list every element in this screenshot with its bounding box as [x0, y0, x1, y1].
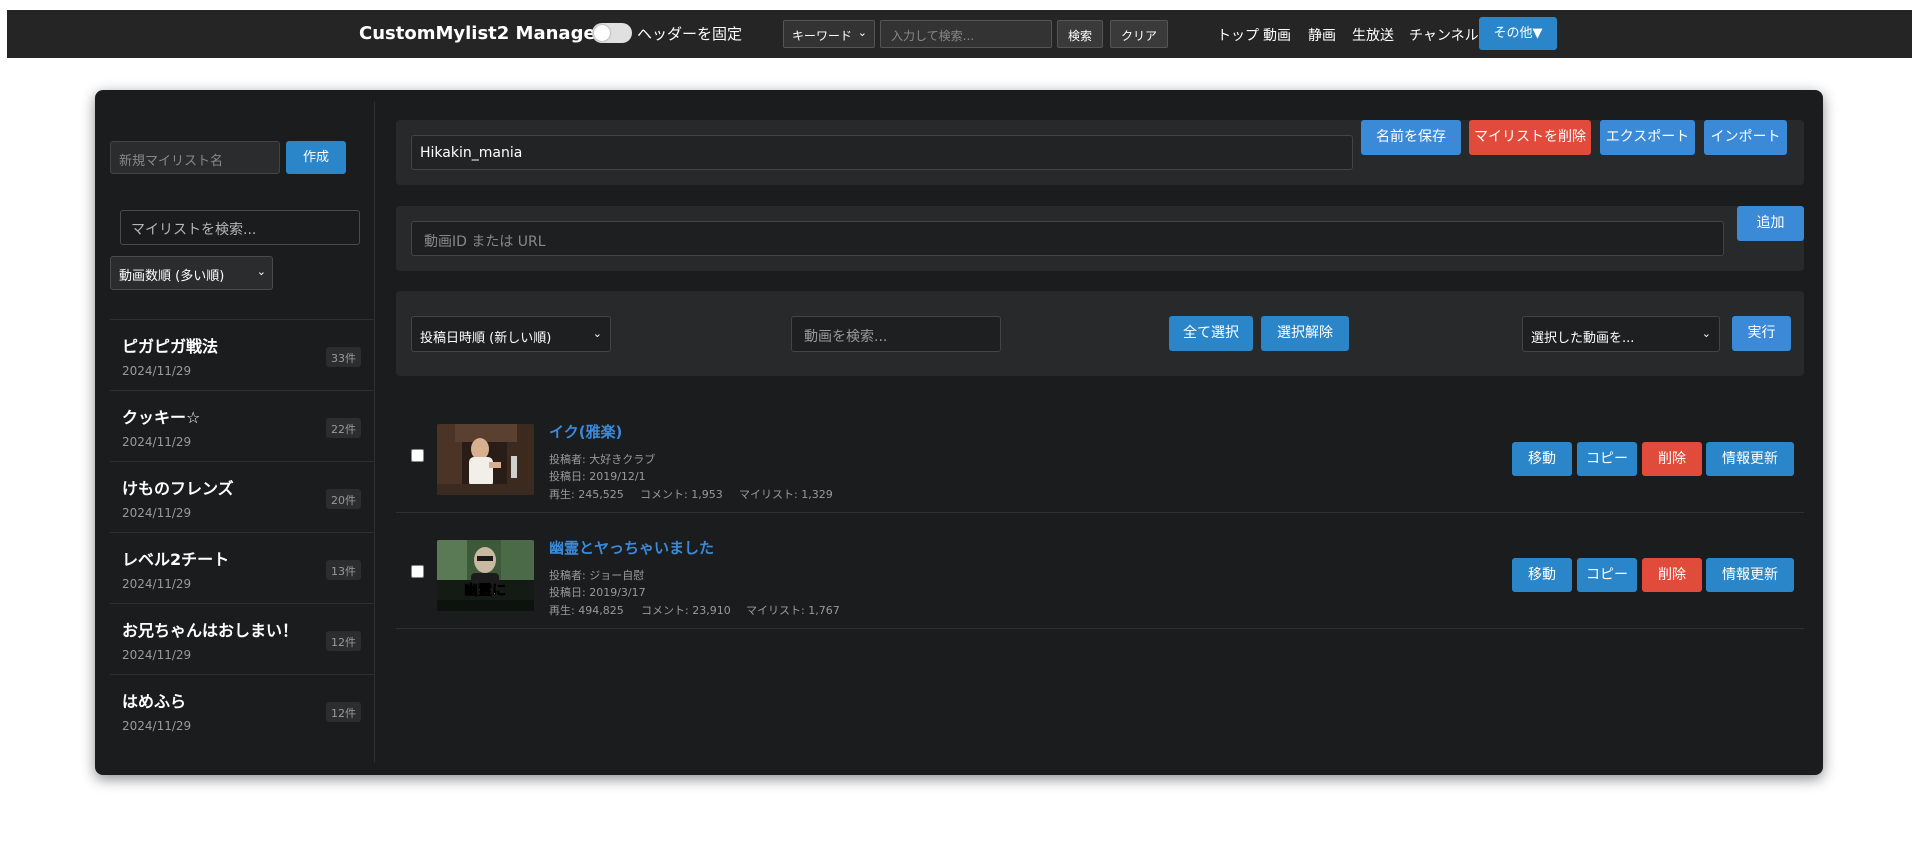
move-button[interactable]: 移動 — [1512, 442, 1572, 476]
fix-header-toggle[interactable] — [592, 23, 632, 43]
video-comments: コメント: 23,910 — [641, 604, 731, 617]
video-toolbar-panel: 投稿日時順 (新しい順) ⌄ 動画を検索... 全て選択 選択解除 選択した動画… — [396, 291, 1804, 376]
more-menu-button[interactable]: その他▼ — [1479, 17, 1557, 50]
chevron-down-icon: ⌄ — [857, 26, 867, 39]
mylist-item[interactable]: お兄ちゃんはおしまい！ 2024/11/29 12件 — [110, 603, 375, 674]
nav-link-top[interactable]: トップ — [1217, 25, 1259, 45]
mylist-date: 2024/11/29 — [122, 719, 192, 733]
mylist-item[interactable]: ピガピガ戦法 2024/11/29 33件 — [110, 319, 375, 390]
create-mylist-button[interactable]: 作成 — [286, 141, 346, 174]
refresh-info-button[interactable]: 情報更新 — [1706, 442, 1794, 476]
mylist-date: 2024/11/29 — [122, 648, 192, 662]
mylist-count-badge: 12件 — [326, 702, 361, 722]
bulk-action-value: 選択した動画を... — [1531, 331, 1635, 346]
thumb-caption: 幽霊に — [464, 582, 506, 599]
nav-link-video[interactable]: 動画 — [1263, 25, 1291, 45]
nav-link-channel[interactable]: チャンネル — [1409, 25, 1479, 45]
mylist-name: お兄ちゃんはおしまい！ — [122, 621, 299, 640]
top-search-button[interactable]: 検索 — [1057, 20, 1104, 48]
video-thumbnail[interactable] — [437, 424, 534, 495]
video-posted-date: 投稿日: 2019/12/1 — [549, 470, 646, 483]
new-mylist-input[interactable]: 新規マイリスト名 — [110, 141, 280, 174]
mylist-sort-value: 動画数順 (多い順) — [119, 269, 225, 284]
video-thumbnail[interactable]: 幽霊に — [437, 540, 534, 611]
mylist-item[interactable]: けものフレンズ 2024/11/29 20件 — [110, 461, 375, 532]
video-posted-date: 投稿日: 2019/3/17 — [549, 586, 646, 599]
move-button[interactable]: 移動 — [1512, 558, 1572, 592]
video-mylists: マイリスト: 1,329 — [739, 488, 833, 501]
deselect-all-button[interactable]: 選択解除 — [1261, 316, 1349, 351]
video-sort-value: 投稿日時順 (新しい順) — [420, 331, 552, 346]
keyword-select-value: キーワード — [792, 29, 853, 43]
video-search-input[interactable]: 動画を検索... — [791, 316, 1001, 352]
refresh-info-button[interactable]: 情報更新 — [1706, 558, 1794, 592]
copy-button[interactable]: コピー — [1577, 558, 1637, 592]
mylist-search-input[interactable]: マイリストを検索... — [120, 210, 360, 245]
video-uploader: 投稿者: ジョー自慰 — [549, 569, 645, 582]
mylist-name: ピガピガ戦法 — [122, 337, 219, 356]
delete-video-button[interactable]: 削除 — [1642, 558, 1702, 592]
copy-button[interactable]: コピー — [1577, 442, 1637, 476]
bulk-action-select[interactable]: 選択した動画を... ⌄ — [1522, 316, 1720, 352]
mylist-date: 2024/11/29 — [122, 506, 192, 520]
toggle-knob — [594, 25, 610, 41]
video-views: 再生: 245,525 — [549, 488, 624, 501]
mylist-item[interactable]: クッキー☆ 2024/11/29 22件 — [110, 390, 375, 461]
video-comments: コメント: 1,953 — [640, 488, 723, 501]
mylist-count-badge: 20件 — [326, 489, 361, 509]
mylist-name-input[interactable]: Hikakin_mania — [411, 135, 1353, 170]
mylist-list: ピガピガ戦法 2024/11/29 33件 クッキー☆ 2024/11/29 2… — [110, 319, 375, 745]
video-id-input[interactable]: 動画ID または URL — [411, 221, 1724, 256]
nav-link-seiga[interactable]: 静画 — [1308, 25, 1336, 45]
video-row: 幽霊に 幽霊とヤっちゃいました 投稿者: ジョー自慰 投稿日: 2019/3/1… — [396, 513, 1804, 629]
top-header: CustomMylist2 Manager ヘッダーを固定 キーワード ⌄ 入力… — [7, 10, 1912, 58]
video-checkbox[interactable] — [411, 449, 424, 462]
nav-link-live[interactable]: 生放送 — [1352, 25, 1394, 45]
fix-header-label: ヘッダーを固定 — [637, 25, 743, 43]
mylist-date: 2024/11/29 — [122, 435, 192, 449]
app-title: CustomMylist2 Manager — [359, 23, 605, 44]
video-checkbox[interactable] — [411, 565, 424, 578]
mylist-count-badge: 33件 — [326, 347, 361, 367]
chevron-down-icon: ⌄ — [1701, 327, 1711, 340]
top-clear-button[interactable]: クリア — [1110, 20, 1169, 48]
mylist-item[interactable]: はめふら 2024/11/29 12件 — [110, 674, 375, 745]
video-row: イク(雅楽) 投稿者: 大好きクラブ 投稿日: 2019/12/1 再生: 24… — [396, 397, 1804, 513]
mylist-name: レベル2チート — [122, 550, 230, 569]
mylist-count-badge: 22件 — [326, 418, 361, 438]
add-video-panel: 動画ID または URL 追加 — [396, 206, 1804, 271]
mylist-count-badge: 13件 — [326, 560, 361, 580]
video-views: 再生: 494,825 — [549, 604, 624, 617]
video-uploader: 投稿者: 大好きクラブ — [549, 453, 656, 466]
video-sort-select[interactable]: 投稿日時順 (新しい順) ⌄ — [411, 316, 611, 352]
mylist-manager-card: 新規マイリスト名 作成 マイリストを検索... 動画数順 (多い順) ⌄ ピガピ… — [95, 90, 1823, 775]
sidebar-divider — [374, 102, 375, 762]
keyword-select[interactable]: キーワード ⌄ — [783, 20, 875, 48]
top-search-input[interactable]: 入力して検索... — [880, 20, 1052, 48]
mylist-count-badge: 12件 — [326, 631, 361, 651]
mylist-name: クッキー☆ — [122, 408, 201, 427]
save-name-button[interactable]: 名前を保存 — [1361, 120, 1461, 155]
mylist-date: 2024/11/29 — [122, 577, 192, 591]
add-video-button[interactable]: 追加 — [1737, 206, 1804, 241]
mylist-item[interactable]: レベル2チート 2024/11/29 13件 — [110, 532, 375, 603]
mylist-name: はめふら — [122, 692, 187, 711]
video-title[interactable]: 幽霊とヤっちゃいました — [549, 537, 714, 558]
video-title[interactable]: イク(雅楽) — [549, 421, 622, 442]
select-all-button[interactable]: 全て選択 — [1169, 316, 1253, 351]
mylist-name-panel: Hikakin_mania 名前を保存 マイリストを削除 エクスポート インポー… — [396, 120, 1804, 185]
delete-mylist-button[interactable]: マイリストを削除 — [1469, 120, 1591, 155]
mylist-sort-select[interactable]: 動画数順 (多い順) ⌄ — [110, 256, 273, 290]
execute-button[interactable]: 実行 — [1732, 316, 1791, 351]
mylist-date: 2024/11/29 — [122, 364, 192, 378]
export-button[interactable]: エクスポート — [1600, 120, 1695, 155]
import-button[interactable]: インポート — [1704, 120, 1787, 155]
delete-video-button[interactable]: 削除 — [1642, 442, 1702, 476]
mylist-name: けものフレンズ — [122, 479, 234, 498]
chevron-down-icon: ⌄ — [592, 327, 602, 340]
video-mylists: マイリスト: 1,767 — [746, 604, 840, 617]
chevron-down-icon: ⌄ — [256, 265, 266, 278]
